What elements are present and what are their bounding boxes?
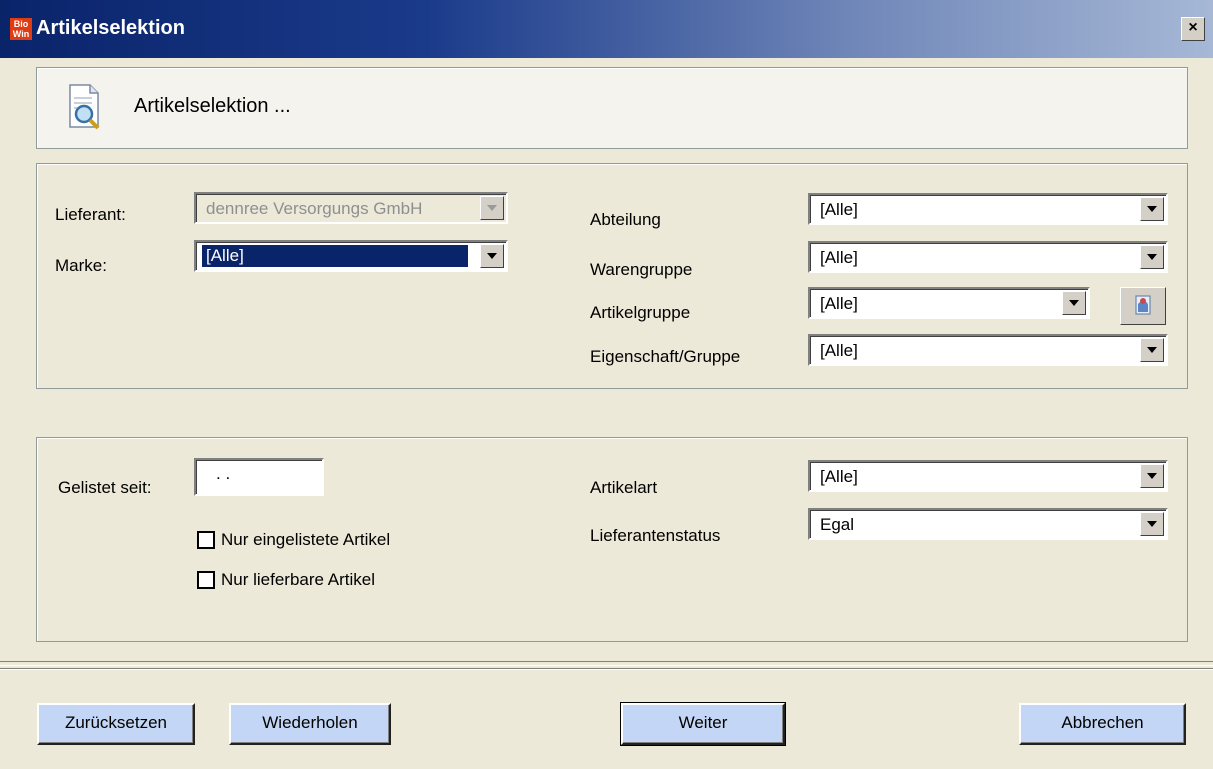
marke-value: [Alle] — [201, 244, 469, 268]
lieferant-combo: dennree Versorgungs GmbH — [194, 192, 508, 224]
lieferantenstatus-combo[interactable]: Egal — [808, 508, 1168, 540]
abteilung-label: Abteilung — [590, 210, 661, 229]
abteilung-combo[interactable]: [Alle] — [808, 193, 1168, 225]
nur-lieferbare-label: Nur lieferbare Artikel — [221, 570, 376, 589]
eigenschaft-combo[interactable]: [Alle] — [808, 334, 1168, 366]
warengruppe-value: [Alle] — [820, 248, 858, 267]
lieferant-label: Lieferant: — [55, 205, 126, 224]
eigenschaft-value: [Alle] — [820, 341, 858, 360]
biowin-logo-icon: Bio Win — [10, 18, 32, 40]
divider — [0, 661, 1213, 662]
chevron-down-icon[interactable] — [1062, 291, 1086, 315]
next-button[interactable]: Weiter — [620, 702, 786, 746]
reset-button[interactable]: Zurücksetzen — [37, 703, 195, 745]
chevron-down-icon[interactable] — [1140, 338, 1164, 362]
chevron-down-icon[interactable] — [1140, 464, 1164, 488]
repeat-button[interactable]: Wiederholen — [229, 703, 391, 745]
tree-selector-icon — [1135, 295, 1151, 315]
abteilung-value: [Alle] — [820, 200, 858, 219]
chevron-down-icon[interactable] — [1140, 245, 1164, 269]
document-magnifier-icon — [69, 84, 100, 130]
logo-top: Bio — [13, 19, 29, 29]
nur-eingelistete-checkbox-row[interactable]: Nur eingelistete Artikel — [197, 530, 390, 550]
header-panel: Artikelselektion ... — [36, 67, 1188, 149]
gelistet-seit-date-field[interactable]: . . — [194, 458, 324, 496]
artikelgruppe-tree-button[interactable] — [1120, 287, 1166, 325]
artikelart-combo[interactable]: [Alle] — [808, 460, 1168, 492]
warengruppe-label: Warengruppe — [590, 260, 693, 279]
lieferantenstatus-label: Lieferantenstatus — [590, 526, 721, 545]
marke-combo[interactable]: [Alle] — [194, 240, 508, 272]
artikelart-label: Artikelart — [590, 478, 658, 497]
cancel-button[interactable]: Abbrechen — [1019, 703, 1186, 745]
chevron-down-icon[interactable] — [480, 244, 504, 268]
header-title: Artikelselektion ... — [134, 95, 291, 117]
warengruppe-combo[interactable]: [Alle] — [808, 241, 1168, 273]
marke-label: Marke: — [55, 256, 107, 275]
artikelgruppe-combo[interactable]: [Alle] — [808, 287, 1090, 319]
nur-lieferbare-checkbox[interactable] — [197, 571, 215, 589]
title-bar: Bio Win Artikelselektion × — [0, 0, 1213, 58]
chevron-down-icon — [480, 196, 504, 220]
artikelart-value: [Alle] — [820, 467, 858, 486]
nur-lieferbare-checkbox-row[interactable]: Nur lieferbare Artikel — [197, 570, 375, 590]
window-title: Artikelselektion — [36, 17, 185, 39]
close-button[interactable]: × — [1181, 17, 1205, 41]
artikelgruppe-label: Artikelgruppe — [590, 303, 691, 322]
chevron-down-icon[interactable] — [1140, 512, 1164, 536]
artikelgruppe-value: [Alle] — [820, 294, 858, 313]
gelistet-seit-label: Gelistet seit: — [58, 478, 152, 497]
divider — [0, 665, 1213, 666]
logo-bottom: Win — [12, 29, 30, 39]
chevron-down-icon[interactable] — [1140, 197, 1164, 221]
nur-eingelistete-checkbox[interactable] — [197, 531, 215, 549]
lieferantenstatus-value: Egal — [820, 515, 855, 534]
eigenschaft-label: Eigenschaft/Gruppe — [590, 347, 741, 366]
lieferant-value: dennree Versorgungs GmbH — [206, 199, 423, 218]
nur-eingelistete-label: Nur eingelistete Artikel — [221, 530, 391, 549]
divider — [0, 669, 1213, 670]
